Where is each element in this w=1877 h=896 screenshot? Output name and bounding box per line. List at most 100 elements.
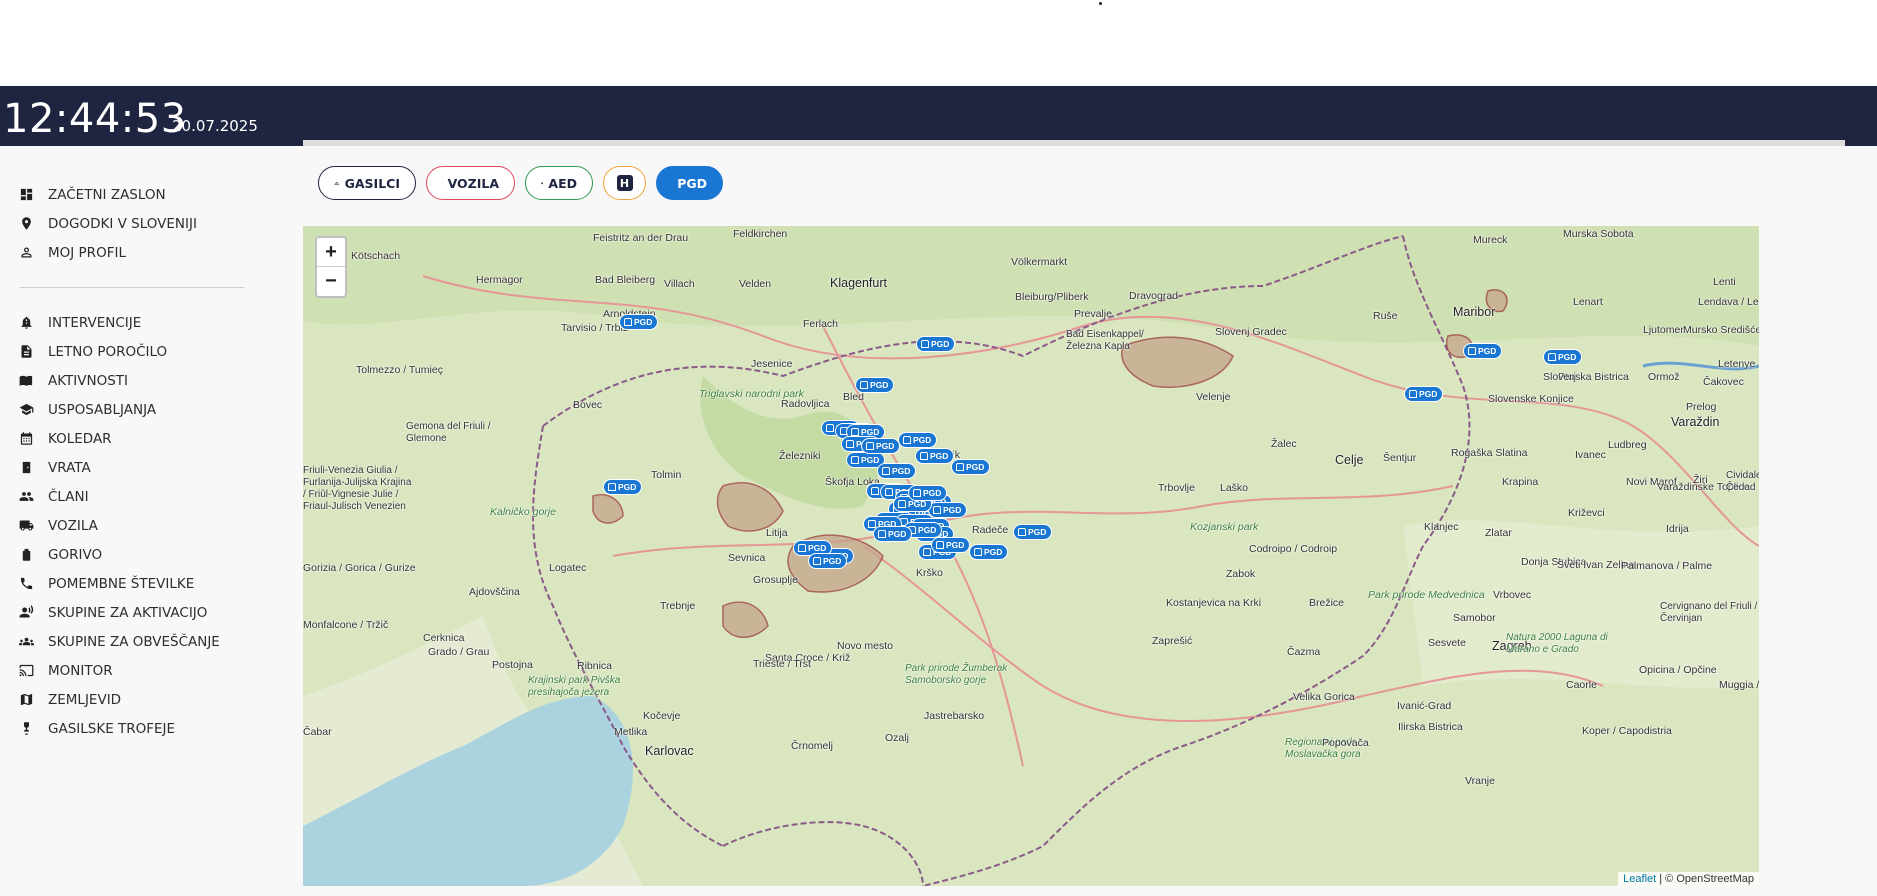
place-label: Žalec bbox=[1271, 438, 1297, 450]
sidebar-item-zacetni-zaslon[interactable]: ZAČETNI ZASLON bbox=[18, 180, 248, 209]
top-dot bbox=[1099, 2, 1102, 5]
pgd-marker[interactable]: PGD bbox=[603, 479, 643, 495]
trophy-icon bbox=[18, 721, 34, 737]
pgd-marker[interactable]: PGD bbox=[916, 336, 956, 352]
pgd-marker[interactable]: PGD bbox=[908, 485, 948, 501]
pgd-marker[interactable]: PGD bbox=[898, 432, 938, 448]
pgd-marker[interactable]: PGD bbox=[1543, 349, 1583, 365]
zoom-in-button[interactable]: + bbox=[317, 238, 345, 267]
sidebar-item-monitor[interactable]: MONITOR bbox=[18, 656, 248, 685]
sidebar-item-zemljevid[interactable]: ZEMLJEVID bbox=[18, 685, 248, 714]
sidebar-item-intervencije[interactable]: INTERVENCIJE bbox=[18, 308, 248, 337]
pgd-marker[interactable]: PGD bbox=[928, 502, 968, 518]
place-label: Logatec bbox=[549, 562, 587, 574]
place-label: Prelog bbox=[1686, 401, 1717, 413]
place-label: Jastrebarsko bbox=[924, 710, 985, 722]
sidebar-item-koledar[interactable]: KOLEDAR bbox=[18, 424, 248, 453]
place-label: Ribnica bbox=[577, 660, 613, 672]
zoom-out-button[interactable]: − bbox=[317, 267, 345, 296]
place-label: Park prirode Žumberak Samoborsko gorje bbox=[905, 663, 1008, 686]
place-label: Lendava / Lendva bbox=[1698, 296, 1759, 308]
place-label: Trbovlje bbox=[1158, 482, 1195, 494]
place-label: Ozalj bbox=[885, 732, 909, 744]
place-label: Grado / Grau bbox=[428, 646, 490, 658]
sidebar-item-usposabljanja[interactable]: USPOSABLJANJA bbox=[18, 395, 248, 424]
place-label: Samobor bbox=[1453, 612, 1496, 624]
pgd-marker[interactable]: PGD bbox=[915, 448, 955, 464]
sidebar-item-gasilske-trofeje[interactable]: GASILSKE TROFEJE bbox=[18, 714, 248, 743]
place-label: Metlika bbox=[614, 726, 648, 738]
sidebar-item-label: POMEMBNE ŠTEVILKE bbox=[48, 575, 195, 592]
place-label: Šentjur bbox=[1383, 452, 1417, 464]
place-label: Friuli-Venezia Giulia / Furlanija-Julijs… bbox=[303, 465, 412, 512]
pgd-marker[interactable]: PGD bbox=[969, 544, 1009, 560]
place-label: Park prirode Medvednica bbox=[1368, 589, 1485, 601]
sidebar-item-pomembne-stevilke[interactable]: POMEMBNE ŠTEVILKE bbox=[18, 569, 248, 598]
place-label: Monfalcone / Tržič bbox=[303, 619, 389, 631]
place-label: Letenye bbox=[1718, 358, 1756, 370]
place-label: Mursko Središće bbox=[1683, 324, 1759, 336]
sidebar-item-clani[interactable]: ČLANI bbox=[18, 482, 248, 511]
filter-h-button[interactable]: H bbox=[603, 166, 646, 200]
place-label: Ormož bbox=[1648, 371, 1680, 383]
pgd-marker[interactable]: PGD bbox=[877, 463, 917, 479]
pgd-marker[interactable]: PGD bbox=[1404, 386, 1444, 402]
leaflet-link[interactable]: Leaflet bbox=[1623, 873, 1656, 885]
place-label: Varaždin bbox=[1671, 415, 1720, 429]
place-label: Muggia / Milje bbox=[1719, 679, 1759, 691]
filter-gasilci-button[interactable]: GASILCI bbox=[318, 166, 416, 200]
place-label: Kozjanski park bbox=[1190, 521, 1259, 533]
pgd-marker[interactable]: PGD bbox=[931, 537, 971, 553]
sidebar-item-vozila[interactable]: VOZILA bbox=[18, 511, 248, 540]
filter-label: AED bbox=[548, 175, 577, 191]
place-label: Ivanić-Grad bbox=[1397, 700, 1452, 712]
filter-vozila-button[interactable]: VOZILA bbox=[426, 166, 515, 200]
alarm-bell-icon bbox=[18, 315, 34, 331]
door-icon bbox=[18, 460, 34, 476]
place-label: Bleiburg/Pliberk bbox=[1015, 291, 1089, 303]
pgd-marker[interactable]: PGD bbox=[1013, 524, 1053, 540]
sidebar-item-label: ZEMLJEVID bbox=[48, 691, 122, 708]
graduation-cap-icon bbox=[18, 402, 34, 418]
sidebar-item-dogodki[interactable]: DOGODKI V SLOVENIJI bbox=[18, 209, 248, 238]
sidebar-item-skupine-aktivacija[interactable]: SKUPINE ZA AKTIVACIJO bbox=[18, 598, 248, 627]
place-label: Slovenj Gradec bbox=[1215, 326, 1287, 338]
place-label: Krapina bbox=[1502, 476, 1539, 488]
sidebar-item-vrata[interactable]: VRATA bbox=[18, 453, 248, 482]
place-label: Tarvisio / Trbiž bbox=[561, 322, 629, 334]
sidebar-item-label: VRATA bbox=[48, 459, 91, 476]
place-label: Feistritz an der Drau bbox=[593, 232, 689, 244]
sidebar-item-skupine-obvescanje[interactable]: SKUPINE ZA OBVEŠČANJE bbox=[18, 627, 248, 656]
pgd-marker[interactable]: PGD bbox=[861, 438, 901, 454]
sidebar-item-label: LETNO POROČILO bbox=[48, 343, 168, 360]
pgd-marker[interactable]: PGD bbox=[808, 553, 848, 569]
pgd-marker[interactable]: PGD bbox=[619, 314, 659, 330]
place-label: Kočevje bbox=[643, 710, 681, 722]
place-label: Zaprešić bbox=[1152, 635, 1193, 647]
pgd-marker[interactable]: PGD bbox=[855, 377, 895, 393]
map-icon bbox=[18, 692, 34, 708]
pgd-marker[interactable]: PGD bbox=[951, 459, 991, 475]
place-label: Rogaška Slatina bbox=[1451, 447, 1528, 459]
filter-aed-button[interactable]: AED bbox=[525, 166, 593, 200]
calendar-icon bbox=[18, 431, 34, 447]
place-label: Cerknica bbox=[423, 632, 465, 644]
filter-pgd-button[interactable]: PGD bbox=[656, 166, 723, 200]
place-label: Bovec bbox=[573, 399, 603, 411]
place-label: Popovača bbox=[1322, 737, 1369, 749]
sidebar-item-gorivo[interactable]: GORIVO bbox=[18, 540, 248, 569]
place-label: Caorle bbox=[1566, 679, 1597, 691]
pgd-marker[interactable]: PGD bbox=[873, 526, 913, 542]
place-label: Brežice bbox=[1309, 597, 1345, 609]
sidebar-item-letno-porocilo[interactable]: LETNO POROČILO bbox=[18, 337, 248, 366]
document-icon bbox=[18, 344, 34, 360]
place-label: Codroipo / Codroip bbox=[1249, 543, 1338, 555]
pgd-marker[interactable]: PGD bbox=[1463, 343, 1503, 359]
map-container[interactable]: + − Kötschach Feistritz an der Drau Feldki… bbox=[303, 226, 1759, 886]
place-label: Čakovec bbox=[1703, 376, 1744, 388]
people-icon bbox=[18, 489, 34, 505]
map-attribution: Leaflet | © OpenStreetMap bbox=[1618, 872, 1759, 886]
clock-date: 20.07.2025 bbox=[172, 117, 258, 135]
sidebar-item-moj-profil[interactable]: MOJ PROFIL bbox=[18, 238, 248, 267]
sidebar-item-aktivnosti[interactable]: AKTIVNOSTI bbox=[18, 366, 248, 395]
